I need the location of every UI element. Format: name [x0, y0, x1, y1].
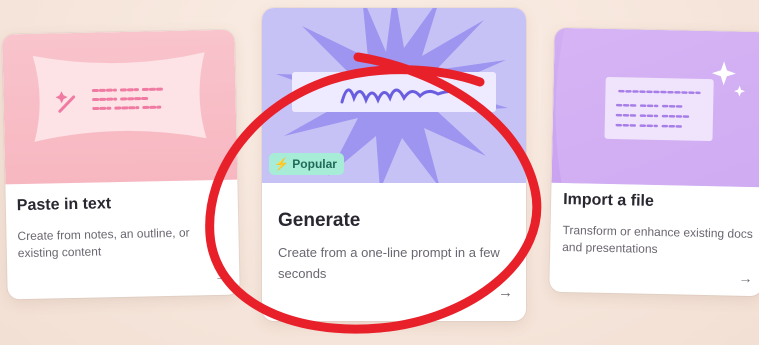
card-title: Import a file — [563, 191, 655, 210]
arrow-right-icon: → — [214, 267, 229, 285]
popular-badge: ⚡ Popular — [269, 153, 344, 175]
paste-in-text-card[interactable]: Paste in text Create from notes, an outl… — [2, 29, 240, 300]
generate-card[interactable]: ⚡ Popular Generate Create from a one-lin… — [262, 8, 526, 321]
import-file-card[interactable]: Import a file Transform or enhance exist… — [549, 27, 759, 297]
badge-label: Popular — [292, 157, 337, 171]
card-title: Paste in text — [16, 195, 112, 215]
card-description: Create from a one-line prompt in a few s… — [278, 245, 500, 281]
arrow-right-icon: → — [498, 284, 513, 301]
import-illustration — [551, 27, 759, 188]
paste-illustration — [2, 29, 238, 185]
lightning-icon: ⚡ — [274, 157, 289, 171]
arrow-right-icon: → — [738, 269, 753, 286]
card-title: Generate — [278, 210, 361, 231]
card-description: Transform or enhance existing docs and p… — [562, 223, 753, 256]
card-description: Create from notes, an outline, or existi… — [17, 225, 190, 260]
generate-illustration: ⚡ Popular — [262, 8, 526, 183]
